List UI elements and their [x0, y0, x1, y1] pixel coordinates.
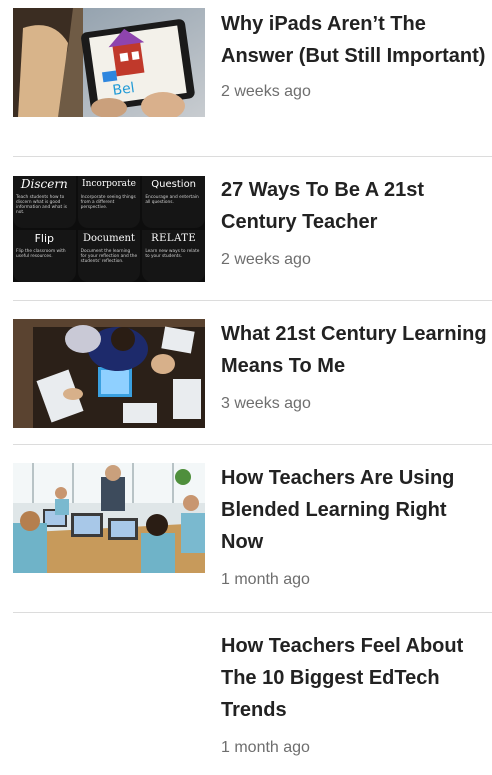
slide-cell-text: Flip the classroom with useful resources… — [16, 249, 66, 259]
slide-cell-heading: Question — [151, 179, 197, 190]
article-date: 2 weeks ago — [221, 83, 311, 100]
slide-cell-heading: Document — [83, 233, 135, 244]
slide-cell-text: Learn new ways to relate to your student… — [145, 249, 200, 259]
slide-cell-text: Incorporate seeing things from a differe… — [80, 195, 136, 210]
article-title[interactable]: Why iPads Aren’t The Answer (But Still I… — [221, 8, 491, 72]
article-title[interactable]: How Teachers Are Using Blended Learning … — [221, 462, 491, 558]
article-title[interactable]: 27 Ways To Be A 21st Century Teacher — [221, 174, 491, 238]
ipad-photo: Bel — [13, 8, 205, 117]
slide-cell: Discern Teach students how to discern wh… — [13, 176, 76, 228]
article-date: 2 weeks ago — [221, 251, 311, 268]
teacher-slide-image: Discern Teach students how to discern wh… — [13, 176, 205, 282]
divider — [13, 156, 492, 157]
slide-cell-heading: RELATE — [151, 233, 197, 244]
classroom-overhead-photo — [13, 319, 205, 428]
article-date: 3 weeks ago — [221, 395, 311, 412]
slide-cell-text: Encourage and entertain all questions. — [145, 195, 199, 205]
divider — [13, 300, 492, 301]
slide-cell-text: Document the learning for your reflectio… — [80, 249, 138, 264]
slide-cell: RELATE Learn new ways to relate to your … — [142, 230, 205, 282]
slide-cell: Flip Flip the classroom with useful reso… — [13, 230, 76, 282]
article-title[interactable]: How Teachers Feel About The 10 Biggest E… — [221, 630, 491, 726]
article-date: 1 month ago — [221, 571, 310, 588]
divider — [13, 612, 492, 613]
article-thumbnail-blended-learning[interactable] — [13, 463, 205, 573]
article-date: 1 month ago — [221, 739, 310, 756]
article-thumbnail-21st-century-teacher[interactable]: Discern Teach students how to discern wh… — [13, 176, 205, 285]
slide-cell: Incorporate Incorporate seeing things fr… — [77, 176, 141, 228]
svg-text:Bel: Bel — [112, 80, 136, 99]
slide-cell-heading: Flip — [34, 232, 55, 245]
article-title[interactable]: What 21st Century Learning Means To Me — [221, 318, 491, 382]
article-thumbnail-21st-century-learning[interactable] — [13, 319, 205, 428]
divider — [13, 444, 492, 445]
slide-cell: Question Encourage and entertain all que… — [142, 176, 205, 228]
slide-cell-text: Teach students how to discern what is go… — [16, 195, 67, 215]
slide-cell: Document Document the learning for your … — [77, 230, 141, 282]
classroom-laptops-photo — [13, 463, 205, 573]
article-thumbnail-ipad[interactable]: Bel — [13, 8, 205, 117]
slide-cell-heading: Incorporate — [82, 179, 136, 189]
slide-cell-heading: Discern — [20, 177, 68, 191]
